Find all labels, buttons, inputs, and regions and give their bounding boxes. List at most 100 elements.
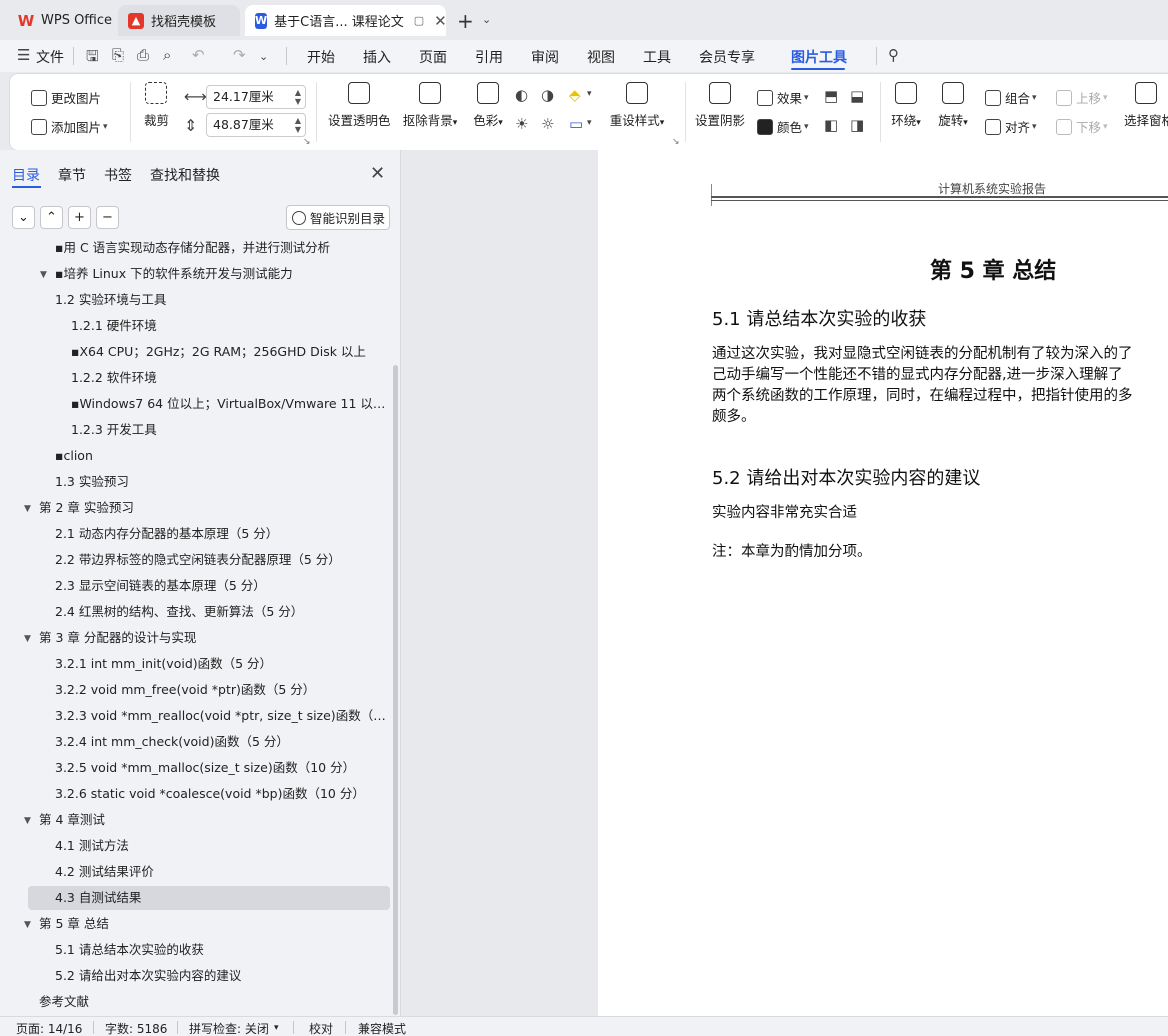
hamburger-menu-icon[interactable]: ☰	[17, 46, 30, 64]
smart-toc-button[interactable]: 智能识别目录	[286, 205, 390, 230]
toc-item[interactable]: 第 3 章 分配器的设计与实现	[28, 626, 390, 650]
change-picture-button[interactable]: 更改图片	[31, 88, 101, 107]
toc-item-selected[interactable]: 4.3 自测试结果	[28, 886, 390, 910]
move-up-button[interactable]: 上移 ▾	[1056, 88, 1108, 107]
menu-reference[interactable]: 引用	[475, 47, 503, 67]
spinner-icon[interactable]: ▲ ▼	[295, 88, 301, 106]
set-shadow-button[interactable]: 设置阴影	[695, 82, 745, 129]
close-tab-icon[interactable]: ✕	[434, 12, 447, 30]
toc-item[interactable]: 第 5 章 总结	[28, 912, 390, 936]
spinner-icon[interactable]: ▲ ▼	[295, 116, 301, 134]
height-input[interactable]: 48.87厘米 ▲ ▼	[206, 113, 306, 137]
toc-item[interactable]: ▪Windows7 64 位以上；VirtualBox/Vmware 11 以上…	[28, 392, 390, 416]
expand-dialog-icon[interactable]: ↘	[303, 137, 311, 147]
page-count[interactable]: 页面: 14/16	[16, 1020, 82, 1036]
document-canvas[interactable]: 计算机系统实验报告 第 5 章 总结 5.1 请总结本次实验的收获 通过这次实验…	[402, 150, 1168, 1016]
rotate-button[interactable]: 旋转▾	[936, 82, 970, 129]
expand-chevron-up-icon[interactable]: ⌃	[40, 206, 63, 229]
selection-pane-button[interactable]: 选择窗格	[1124, 82, 1168, 129]
chevron-down-icon[interactable]: ▾	[587, 89, 592, 99]
chevron-down-icon[interactable]: ⌄	[482, 13, 491, 26]
menu-member[interactable]: 会员专享	[699, 47, 755, 67]
border-color-icon[interactable]: ▭	[569, 115, 583, 133]
tab-find-replace[interactable]: 查找和替换	[150, 165, 220, 185]
set-transparent-button[interactable]: 设置透明色	[328, 82, 391, 129]
proofread[interactable]: 校对	[309, 1020, 333, 1036]
toc-item[interactable]: 1.2.3 开发工具	[28, 418, 390, 442]
add-heading-plus-icon[interactable]: +	[68, 206, 91, 229]
toc-item[interactable]: 3.2.6 static void *coalesce(void *bp)函数（…	[28, 782, 390, 806]
tab-document[interactable]: W 基于C语言... 课程论文 ▢ ✕	[245, 5, 447, 36]
close-icon[interactable]: ✕	[370, 163, 385, 184]
tab-wps-office[interactable]: W WPS Office	[8, 5, 112, 36]
wrap-button[interactable]: 环绕▾	[890, 82, 922, 129]
word-count[interactable]: 字数: 5186	[105, 1020, 167, 1036]
width-input[interactable]: 24.17厘米 ▲ ▼	[206, 85, 306, 109]
color-effect-button[interactable]: 色彩▾	[470, 82, 506, 129]
reset-style-button[interactable]: 重设样式▾	[608, 82, 666, 129]
share-icon[interactable]: ⎘	[112, 46, 124, 64]
toc-item[interactable]: 4.2 测试结果评价	[28, 860, 390, 884]
menu-home[interactable]: 开始	[307, 47, 335, 67]
chevron-down-icon[interactable]: ▾	[587, 118, 592, 128]
toc-item[interactable]: 1.3 实验预习	[28, 470, 390, 494]
menu-page[interactable]: 页面	[419, 47, 447, 67]
document-page[interactable]: 计算机系统实验报告 第 5 章 总结 5.1 请总结本次实验的收获 通过这次实验…	[598, 150, 1168, 1016]
toc-item[interactable]: 3.2.5 void *mm_malloc(size_t size)函数（10 …	[28, 756, 390, 780]
expand-dialog-icon[interactable]: ↘	[672, 137, 680, 147]
tab-bookmarks[interactable]: 书签	[104, 165, 132, 185]
shadow-down-icon[interactable]: ⬓	[850, 87, 864, 105]
menu-view[interactable]: 视图	[587, 47, 615, 67]
toc-item[interactable]: 3.2.3 void *mm_realloc(void *ptr, size_t…	[28, 704, 390, 728]
caret-down-icon[interactable]: ▼	[40, 270, 47, 280]
group-button[interactable]: 组合 ▾	[985, 88, 1037, 107]
more-chevron-icon[interactable]: ⌄	[259, 50, 268, 63]
toc-item[interactable]: ▪用 C 语言实现动态存储分配器，并进行测试分析	[28, 238, 390, 260]
redo-icon[interactable]: ↷	[233, 46, 246, 64]
toc-item[interactable]: 1.2 实验环境与工具	[28, 288, 390, 312]
tab-template[interactable]: ▲ 找稻壳模板	[118, 5, 240, 36]
chevron-down-icon[interactable]: ▾	[274, 1023, 279, 1033]
toc-item[interactable]: 5.1 请总结本次实验的收获	[28, 938, 390, 962]
menu-insert[interactable]: 插入	[363, 47, 391, 67]
increase-contrast-icon[interactable]: ◐	[515, 86, 528, 104]
menu-file[interactable]: 文件	[36, 47, 64, 67]
toc-item[interactable]: 2.1 动态内存分配器的基本原理（5 分）	[28, 522, 390, 546]
print-icon[interactable]: ⎙	[137, 46, 149, 64]
toc-item[interactable]: 2.3 显示空间链表的基本原理（5 分）	[28, 574, 390, 598]
toc-item[interactable]: 第 2 章 实验预习	[28, 496, 390, 520]
shadow-up-icon[interactable]: ⬒	[824, 87, 838, 105]
menu-review[interactable]: 审阅	[531, 47, 559, 67]
shadow-right-icon[interactable]: ◨	[850, 116, 864, 134]
search-icon[interactable]: ⚲	[888, 46, 899, 64]
toc-item[interactable]: ▪clion	[28, 444, 390, 468]
spell-check[interactable]: 拼写检查: 关闭	[189, 1020, 269, 1036]
print-preview-icon[interactable]: ⌕	[163, 46, 171, 64]
tab-chapters[interactable]: 章节	[58, 165, 86, 185]
menu-picture-tools[interactable]: 图片工具	[791, 47, 847, 67]
toc-item[interactable]: ▪X64 CPU；2GHz；2G RAM；256GHD Disk 以上	[28, 340, 390, 364]
toc-item[interactable]: 5.2 请给出对本次实验内容的建议	[28, 964, 390, 988]
move-down-button[interactable]: 下移 ▾	[1056, 117, 1108, 136]
toc-item[interactable]: 1.2.2 软件环境	[28, 366, 390, 390]
shadow-left-icon[interactable]: ◧	[824, 116, 838, 134]
scrollbar[interactable]	[393, 365, 398, 1015]
toc-item[interactable]: 2.4 红黑树的结构、查找、更新算法（5 分）	[28, 600, 390, 624]
toc-item[interactable]: 4.1 测试方法	[28, 834, 390, 858]
toc-item[interactable]: 3.2.1 int mm_init(void)函数（5 分）	[28, 652, 390, 676]
toc-item[interactable]: 第 4 章测试	[28, 808, 390, 832]
add-picture-button[interactable]: 添加图片 ▾	[31, 117, 108, 136]
increase-brightness-icon[interactable]: ☀	[515, 115, 528, 133]
decrease-contrast-icon[interactable]: ◑	[541, 86, 554, 104]
toc-item[interactable]: 1.2.1 硬件环境	[28, 314, 390, 338]
undo-icon[interactable]: ↶	[192, 46, 205, 64]
decrease-brightness-icon[interactable]: ☼	[541, 115, 554, 133]
toc-item[interactable]: 2.2 带边界标签的隐式空闲链表分配器原理（5 分）	[28, 548, 390, 572]
window-restore-icon[interactable]: ▢	[414, 14, 424, 27]
crop-button[interactable]: 裁剪	[144, 82, 169, 129]
toc-item[interactable]: 参考文献	[28, 990, 390, 1014]
color-button[interactable]: 颜色 ▾	[757, 117, 809, 136]
toc-item[interactable]: ▪培养 Linux 下的软件系统开发与测试能力	[28, 262, 390, 286]
fill-color-icon[interactable]: ⬘	[569, 86, 581, 104]
collapse-chevron-down-icon[interactable]: ⌄	[12, 206, 35, 229]
